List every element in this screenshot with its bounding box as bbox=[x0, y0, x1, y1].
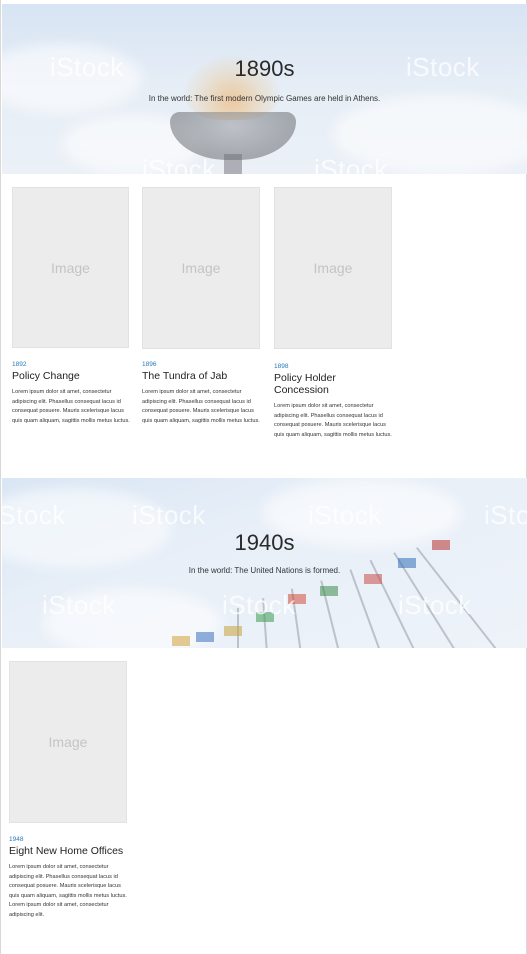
image-placeholder-label: Image bbox=[313, 260, 353, 276]
image-placeholder: Image bbox=[12, 187, 129, 348]
timeline-card[interactable]: Image 1948 Eight New Home Offices Lorem … bbox=[9, 661, 129, 921]
card-title[interactable]: Policy Change bbox=[12, 370, 132, 382]
hero-banner-1940s: iStock iStock iStock iStock iStock iStoc… bbox=[2, 478, 527, 648]
watermark: iStock bbox=[2, 500, 66, 530]
torch-stem-graphic bbox=[224, 154, 242, 174]
watermark: iStock bbox=[308, 500, 382, 530]
timeline-card[interactable]: Image 1892 Policy Change Lorem ipsum dol… bbox=[12, 187, 134, 426]
card-body: Lorem ipsum dolor sit amet, consectetur … bbox=[274, 403, 392, 438]
decade-heading: 1940s bbox=[234, 530, 295, 555]
card-body: Lorem ipsum dolor sit amet, consectetur … bbox=[9, 864, 127, 918]
card-year: 1898 bbox=[274, 363, 289, 370]
timeline-page: iStock iStock iStock iStock 1890s In the… bbox=[0, 0, 527, 954]
watermark: iStock bbox=[222, 590, 296, 620]
card-title[interactable]: Eight New Home Offices bbox=[9, 845, 129, 857]
card-title[interactable]: Policy Holder Concession bbox=[274, 372, 354, 396]
flag-graphic bbox=[364, 574, 382, 584]
flag-graphic bbox=[172, 636, 190, 646]
card-year: 1892 bbox=[12, 361, 27, 368]
card-title[interactable]: The Tundra of Jab bbox=[142, 370, 262, 382]
watermark: iStock bbox=[484, 500, 527, 530]
card-body: Lorem ipsum dolor sit amet, consectetur … bbox=[12, 389, 130, 424]
flag-graphic bbox=[224, 626, 242, 636]
watermark: iStock bbox=[132, 500, 206, 530]
world-event-text: In the world: The first modern Olympic G… bbox=[148, 94, 381, 103]
hero-banner-1890s: iStock iStock iStock iStock 1890s In the… bbox=[2, 4, 527, 174]
image-placeholder-label: Image bbox=[181, 260, 221, 276]
flag-graphic bbox=[196, 632, 214, 642]
image-placeholder: Image bbox=[9, 661, 127, 823]
card-year: 1896 bbox=[142, 361, 157, 368]
watermark: iStock bbox=[142, 154, 216, 174]
image-placeholder-label: Image bbox=[51, 259, 90, 276]
watermark: iStock bbox=[314, 154, 388, 174]
image-placeholder: Image bbox=[274, 187, 392, 349]
card-body: Lorem ipsum dolor sit amet, consectetur … bbox=[142, 389, 260, 424]
flag-graphic bbox=[320, 586, 338, 596]
card-year: 1948 bbox=[9, 836, 24, 843]
image-placeholder: Image bbox=[142, 187, 260, 349]
world-event-text: In the world: The United Nations is form… bbox=[188, 566, 341, 575]
timeline-card[interactable]: Image 1898 Policy Holder Concession Lore… bbox=[274, 187, 396, 440]
watermark: iStock bbox=[42, 590, 116, 620]
watermark: iStock bbox=[398, 590, 472, 620]
decade-heading: 1890s bbox=[234, 56, 295, 81]
image-placeholder-label: Image bbox=[48, 734, 88, 750]
timeline-card[interactable]: Image 1896 The Tundra of Jab Lorem ipsum… bbox=[142, 187, 264, 426]
